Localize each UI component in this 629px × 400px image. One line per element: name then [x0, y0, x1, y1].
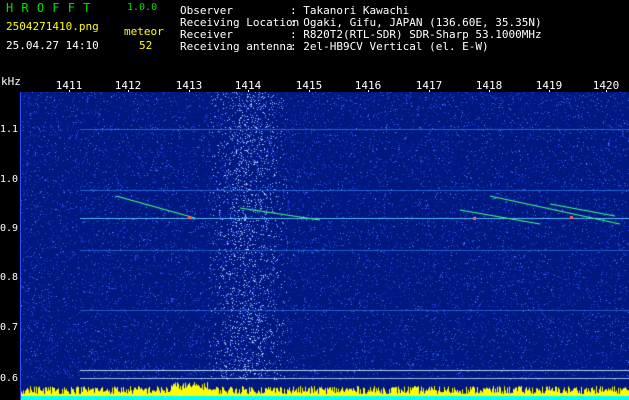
y-tick-label: 0.8 [0, 272, 19, 283]
filename: 2504271410.png [6, 20, 99, 33]
y-axis-unit-label: kHz [1, 75, 21, 88]
datetime: 25.04.27 14:10 [6, 39, 99, 52]
y-tick-label: 0.9 [0, 223, 19, 234]
app-title: HROFFT [6, 1, 99, 15]
y-axis-line [20, 92, 21, 400]
header-panel: HROFFT 1.0.0 2504271410.png 25.04.27 14:… [0, 0, 629, 72]
antenna-value: : 2el-HB9CV Vertical (el. E-W) [290, 40, 489, 53]
y-tick-label: 1.0 [0, 174, 19, 185]
y-tick-label: 1.1 [0, 124, 19, 135]
y-tick-label: 0.6 [0, 373, 19, 384]
meteor-count-label: meteor [124, 25, 164, 38]
antenna-label: Receiving antenna [180, 40, 293, 53]
spectrogram-plot [20, 92, 629, 400]
app-version: 1.0.0 [127, 2, 158, 13]
y-tick-label: 0.7 [0, 322, 19, 333]
spectrogram-canvas [20, 92, 629, 400]
meteor-count-value: 52 [139, 39, 153, 52]
